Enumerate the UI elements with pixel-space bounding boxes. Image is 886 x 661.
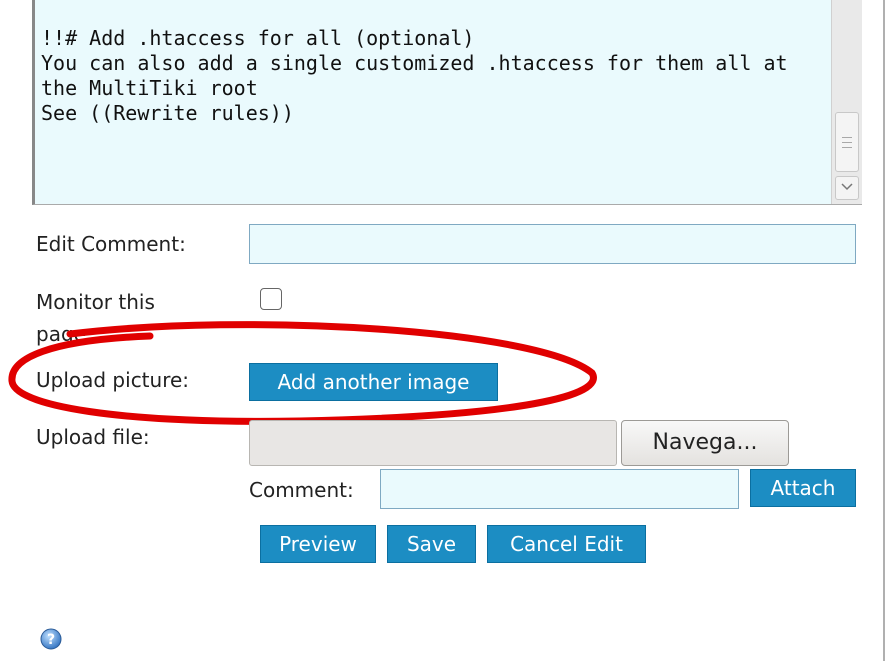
save-button[interactable]: Save <box>387 525 476 563</box>
monitor-checkbox[interactable] <box>260 288 282 310</box>
editor-scrollbar[interactable] <box>831 0 862 204</box>
upload-file-label: Upload file: <box>36 425 150 449</box>
browse-button[interactable]: Navega... <box>621 420 789 466</box>
attach-button[interactable]: Attach <box>750 469 856 507</box>
svg-text:?: ? <box>47 632 55 648</box>
edit-comment-label: Edit Comment: <box>36 232 186 256</box>
chevron-down-icon[interactable] <box>835 176 859 200</box>
add-image-button[interactable]: Add another image <box>249 363 498 401</box>
help-icon[interactable]: ? <box>40 628 62 650</box>
monitor-label: Monitor this page: <box>36 290 155 346</box>
editor-content[interactable]: !!# Add .htaccess for all (optional) You… <box>41 26 826 126</box>
upload-picture-label: Upload picture: <box>36 368 190 392</box>
window-border <box>883 0 885 661</box>
comment-label: Comment: <box>249 478 354 502</box>
preview-button[interactable]: Preview <box>260 525 376 563</box>
attachment-comment-input[interactable] <box>380 469 739 509</box>
scroll-thumb[interactable] <box>835 112 859 172</box>
edit-comment-input[interactable] <box>249 224 856 264</box>
file-path-field[interactable] <box>249 420 617 466</box>
cancel-edit-button[interactable]: Cancel Edit <box>487 525 646 563</box>
wiki-editor-textarea[interactable]: !!# Add .htaccess for all (optional) You… <box>32 0 862 205</box>
